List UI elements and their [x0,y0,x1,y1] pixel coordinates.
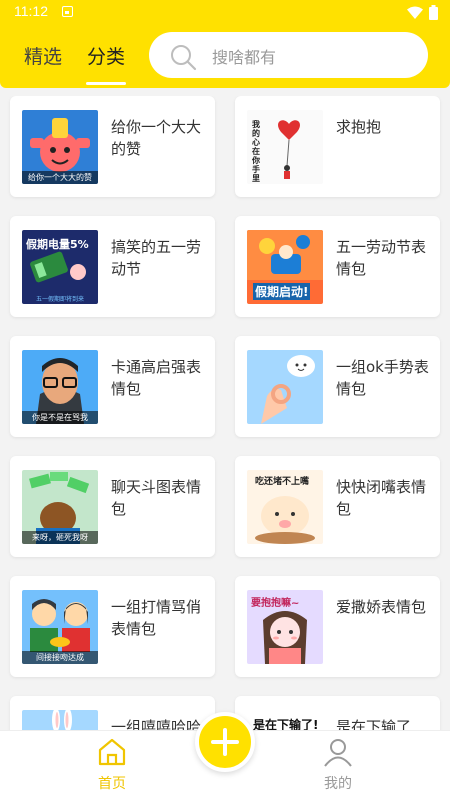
category-card[interactable]: 要抱抱嘛~ 爱撒娇表情包 [235,576,440,677]
status-icons [407,5,438,20]
tab-featured[interactable]: 精选 [24,42,62,69]
thumbnail-image [247,350,323,424]
category-card[interactable]: 给你一个大大的赞 给你一个大大的赞 [10,96,215,197]
thumbnail-image: 要抱抱嘛~ [247,590,323,664]
card-title: 求抱抱 [336,118,382,136]
category-grid: 给你一个大大的赞 给你一个大大的赞 我的心在你手里 求抱抱 假期电量5% 五一假… [0,96,450,730]
nav-home[interactable]: 首页 [82,737,142,793]
add-button[interactable] [195,712,255,772]
search-placeholder: 搜啥都有 [212,48,277,67]
header: 精选 分类 搜啥都有 [0,24,450,88]
thumbnail-caption: 来呀，砸死我呀 [22,531,98,544]
thumbnail-caption: 给你一个大大的赞 [22,171,98,184]
nav-home-label: 首页 [98,776,126,792]
category-card[interactable]: 是在下输了! 是在下输了 [235,696,440,730]
category-card[interactable]: 我的心在你手里 求抱抱 [235,96,440,197]
thumbnail-image: 是在下输了! [247,710,323,730]
card-title: 聊天斗图表情包 [111,478,202,518]
status-bar: 11:12 [0,0,450,24]
thumbnail-text: 我的心在你手里 [252,120,260,183]
plus-icon [211,728,239,756]
tab-active-indicator [86,82,126,85]
card-title: 爱撒娇表情包 [336,598,427,616]
search-icon [171,45,197,71]
thumbnail-caption: 你是不是在骂我 [22,411,98,424]
notification-icon [62,6,73,17]
category-card[interactable]: 吃还堵不上嘴 快快闭嘴表情包 [235,456,440,557]
thumbnail-image: 假期电量5% 五一假期即将到来 [22,230,98,304]
thumbnail-text: 要抱抱嘛~ [251,598,300,609]
thumbnail-image: 吃还堵不上嘴 [247,470,323,544]
thumbnail-image [22,710,98,730]
thumbnail-caption: 间接接吻达成 [22,651,98,664]
home-icon [98,738,126,766]
status-time: 11:12 [14,3,48,19]
category-card[interactable]: 假期启动! 五一劳动节表情包 [235,216,440,317]
card-title: 一组打情骂俏表情包 [111,598,202,638]
card-title: 卡通高启强表情包 [111,358,202,398]
category-card[interactable]: 一组嘻嘻哈哈 [10,696,215,730]
card-title: 一组嘻嘻哈哈 [111,718,202,730]
card-title: 给你一个大大的赞 [111,118,202,158]
category-card[interactable]: 你是不是在骂我 卡通高启强表情包 [10,336,215,437]
category-card[interactable]: 间接接吻达成 一组打情骂俏表情包 [10,576,215,677]
thumbnail-text: 假期电量5% [26,238,89,251]
thumbnail-image: 来呀，砸死我呀 [22,470,98,544]
battery-icon [429,5,438,20]
tab-category[interactable]: 分类 [87,42,125,69]
user-icon [324,739,352,767]
card-title: 快快闭嘴表情包 [336,478,427,518]
category-card[interactable]: 假期电量5% 五一假期即将到来 搞笑的五一劳动节 [10,216,215,317]
card-title: 五一劳动节表情包 [336,238,427,278]
nav-mine-label: 我的 [324,776,352,792]
card-title: 是在下输了 [336,718,412,730]
category-card[interactable]: 来呀，砸死我呀 聊天斗图表情包 [10,456,215,557]
thumbnail-image: 间接接吻达成 [22,590,98,664]
thumbnail-text: 吃还堵不上嘴 [255,477,310,487]
card-title: 搞笑的五一劳动节 [111,238,202,278]
thumbnail-image: 给你一个大大的赞 [22,110,98,184]
thumbnail-image: 你是不是在骂我 [22,350,98,424]
nav-mine[interactable]: 我的 [308,737,368,793]
thumbnail-text: 是在下输了! [253,718,319,730]
wifi-icon [407,6,423,19]
card-title: 一组ok手势表情包 [336,358,429,398]
thumbnail-image: 假期启动! [247,230,323,304]
thumbnail-text: 假期启动! [253,283,311,300]
thumbnail-caption: 五一假期即将到来 [35,296,84,303]
search-input[interactable]: 搜啥都有 [149,32,428,78]
thumbnail-image: 我的心在你手里 [247,110,323,184]
category-card[interactable]: 一组ok手势表情包 [235,336,440,437]
